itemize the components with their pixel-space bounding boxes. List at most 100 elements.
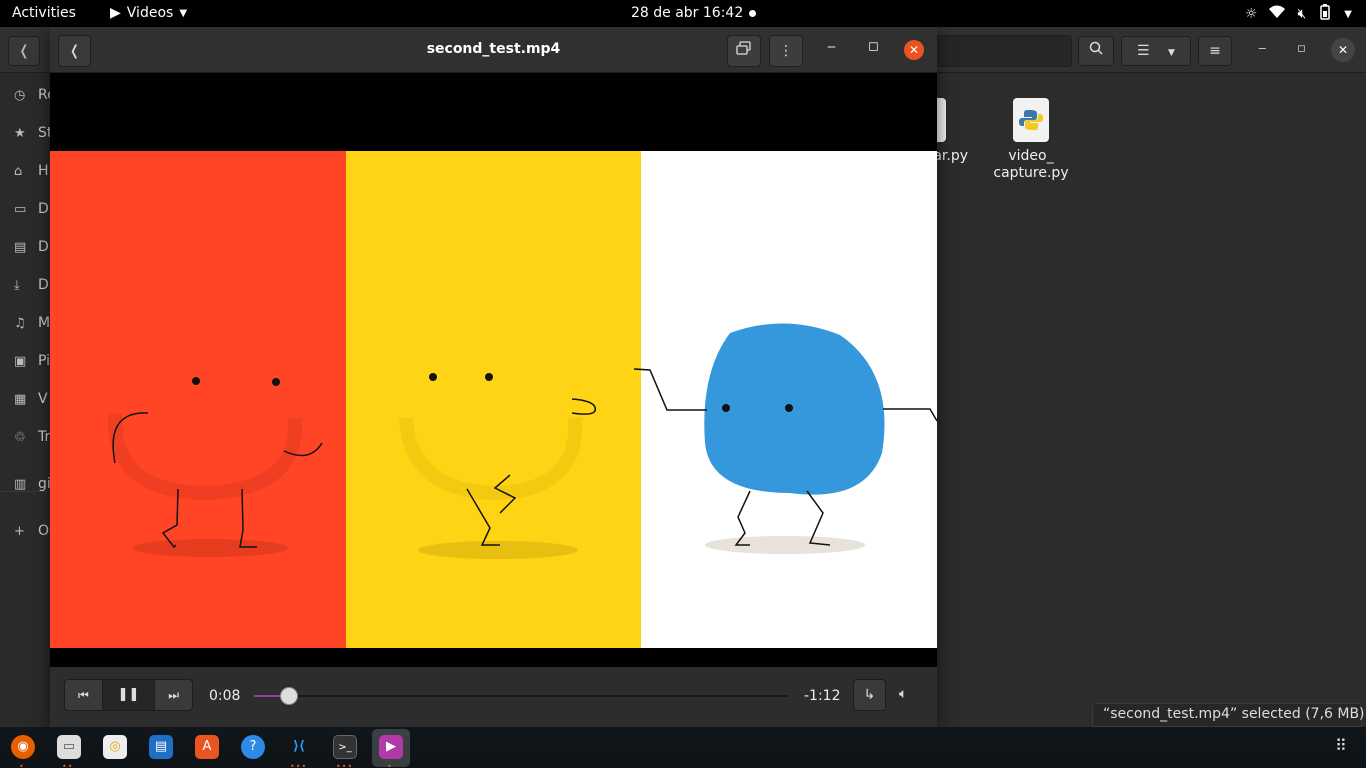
- music-icon: ♫: [14, 316, 26, 331]
- pictures-icon: ▣: [14, 354, 27, 369]
- seek-bar[interactable]: [254, 687, 788, 705]
- fm-search-button[interactable]: [1078, 36, 1114, 66]
- fm-close-button[interactable]: ✕: [1331, 38, 1355, 62]
- running-indicator: •: [387, 762, 393, 768]
- sidebar-item-videos[interactable]: ▦ V: [14, 391, 54, 411]
- fm-view-toggle-button[interactable]: ☰ ▼: [1121, 36, 1191, 66]
- chevron-down-icon: ▼: [1168, 48, 1175, 58]
- playback-button-group: ⏮︎ ❚❚ ⏭︎: [64, 679, 193, 711]
- vscode-icon[interactable]: ⟩⟨: [287, 735, 311, 759]
- playback-controls: ⏮︎ ❚❚ ⏭︎ 0:08 -1:12 ↳ 🔈︎: [50, 667, 937, 727]
- speaker-icon: 🔈︎: [899, 686, 908, 702]
- software-icon[interactable]: A: [195, 735, 219, 759]
- running-indicator: •••: [336, 762, 354, 768]
- system-tray[interactable]: ☼ 🔇︎ ▼: [1245, 4, 1352, 24]
- video-title: second_test.mp4: [426, 41, 561, 57]
- python-logo-icon: [1019, 110, 1043, 130]
- fm-sidebar: ◷ Re ★ St ⌂ H ▭ D ▤ D ⤓ D ♫ M ▣ Pi ▦ V ♲ Tr ▥ gi + O: [0, 73, 54, 727]
- clock[interactable]: 28 de abr 16:42: [631, 5, 743, 21]
- sidebar-item-music[interactable]: ♫ M: [14, 315, 54, 335]
- sidebar-item-documents[interactable]: ▤ D: [14, 239, 54, 259]
- sidebar-item-desktop[interactable]: ▭ D: [14, 201, 54, 221]
- skip-forward-icon: ⏭︎: [168, 688, 180, 702]
- sidebar-item-recent[interactable]: ◷ Re: [14, 87, 54, 107]
- activities-button[interactable]: Activities: [12, 5, 76, 21]
- file-item[interactable]: video_ capture.py: [991, 98, 1071, 182]
- fm-back-button[interactable]: ❬: [8, 36, 40, 66]
- sidebar-item-pictures[interactable]: ▣ Pi: [14, 353, 54, 373]
- volume-muted-icon: 🔇︎: [1297, 6, 1307, 22]
- help-icon[interactable]: ?: [241, 735, 265, 759]
- video-menu-button[interactable]: ⋮: [769, 35, 803, 67]
- trash-icon: ♲: [14, 430, 26, 445]
- firefox-icon[interactable]: ◉: [11, 735, 35, 759]
- python-file-icon: [1013, 98, 1049, 142]
- drive-icon: ▥: [14, 477, 27, 492]
- current-time: 0:08: [209, 688, 241, 704]
- downloads-icon: ⤓: [14, 278, 20, 293]
- video-maximize-button[interactable]: ◻: [868, 39, 879, 54]
- brightness-icon: ☼: [1244, 6, 1258, 22]
- more-vertical-icon: ⋮: [779, 43, 793, 59]
- terminal-icon[interactable]: >_: [333, 735, 357, 759]
- running-indicator: •••: [290, 762, 308, 768]
- sidebar-item-starred[interactable]: ★ St: [14, 125, 54, 145]
- selection-status: “second_test.mp4” selected (7,6 MB): [1092, 703, 1365, 727]
- seek-handle[interactable]: [280, 687, 299, 705]
- sidebar-item-downloads[interactable]: ⤓ D: [14, 277, 54, 297]
- skip-back-icon: ⏮︎: [77, 688, 89, 702]
- notification-dot-icon: [749, 10, 756, 17]
- search-icon: [1089, 41, 1103, 55]
- documents-icon: ▤: [14, 240, 27, 255]
- app-menu[interactable]: ▶ Videos ▼: [110, 5, 187, 21]
- video-player-window: ❬ second_test.mp4 ⋮ ‒ ◻ ✕ ⏮︎ ❚❚ ⏭︎ 0:08 …: [50, 27, 937, 727]
- restore-window-icon: [736, 41, 751, 55]
- videos-icon: ▦: [14, 392, 27, 407]
- video-frame[interactable]: [50, 73, 937, 667]
- sidebar-item-other-locations[interactable]: + O: [14, 523, 54, 543]
- hamburger-icon: ≡: [1209, 43, 1221, 59]
- app-menu-label: Videos: [126, 5, 174, 21]
- remaining-time: -1:12: [804, 688, 841, 704]
- videos-icon[interactable]: ▶: [379, 735, 403, 759]
- wifi-icon: [1269, 5, 1286, 23]
- subtitle-arrow-icon: ↳: [863, 687, 876, 703]
- power-menu-icon: ▼: [1344, 8, 1352, 20]
- home-icon: ⌂: [14, 164, 23, 179]
- running-indicator: •: [19, 762, 25, 768]
- close-icon: ✕: [908, 43, 920, 57]
- video-frame-art: [50, 73, 937, 667]
- fm-menu-button[interactable]: ≡: [1198, 36, 1232, 66]
- rhythmbox-icon[interactable]: ◎: [103, 735, 127, 759]
- video-header-bar: ❬ second_test.mp4 ⋮ ‒ ◻ ✕: [50, 27, 937, 73]
- writer-icon[interactable]: ▤: [149, 735, 173, 759]
- files-icon[interactable]: ▭: [57, 735, 81, 759]
- chevron-down-icon: ▼: [179, 7, 188, 19]
- dock: ◉ • ▭ •• ◎ ▤ A ? ⟩⟨ ••• >_ ••• ▶ • ⠿: [0, 727, 1366, 768]
- sidebar-item-trash[interactable]: ♲ Tr: [14, 429, 54, 449]
- next-button[interactable]: ⏭︎: [155, 680, 192, 710]
- list-view-icon: ☰: [1137, 43, 1150, 59]
- star-icon: ★: [14, 126, 26, 141]
- plus-icon: +: [14, 524, 25, 539]
- fm-maximize-button[interactable]: ▫: [1297, 41, 1306, 56]
- play-triangle-icon: ▶: [110, 5, 121, 21]
- show-applications-grid-icon[interactable]: ⠿: [1335, 736, 1347, 755]
- desktop-icon: ▭: [14, 202, 27, 217]
- pause-icon: ❚❚: [117, 687, 140, 702]
- video-close-button[interactable]: ✕: [904, 40, 924, 60]
- subtitles-button[interactable]: ↳: [853, 679, 886, 711]
- unfullscreen-button[interactable]: [727, 35, 761, 67]
- volume-button[interactable]: 🔈︎: [899, 686, 907, 702]
- battery-icon: [1318, 4, 1332, 24]
- top-bar: Activities ▶ Videos ▼ 28 de abr 16:42 ☼ …: [0, 0, 1366, 27]
- fm-minimize-button[interactable]: ‒: [1258, 41, 1266, 56]
- sidebar-item-drive[interactable]: ▥ gi: [14, 476, 54, 496]
- fm-path-bar[interactable]: [936, 35, 1072, 67]
- recent-icon: ◷: [14, 88, 26, 103]
- pause-button[interactable]: ❚❚: [101, 680, 156, 710]
- previous-button[interactable]: ⏮︎: [65, 680, 102, 710]
- video-minimize-button[interactable]: ‒: [827, 39, 836, 55]
- sidebar-item-home[interactable]: ⌂ H: [14, 163, 54, 183]
- running-indicator: ••: [62, 762, 74, 768]
